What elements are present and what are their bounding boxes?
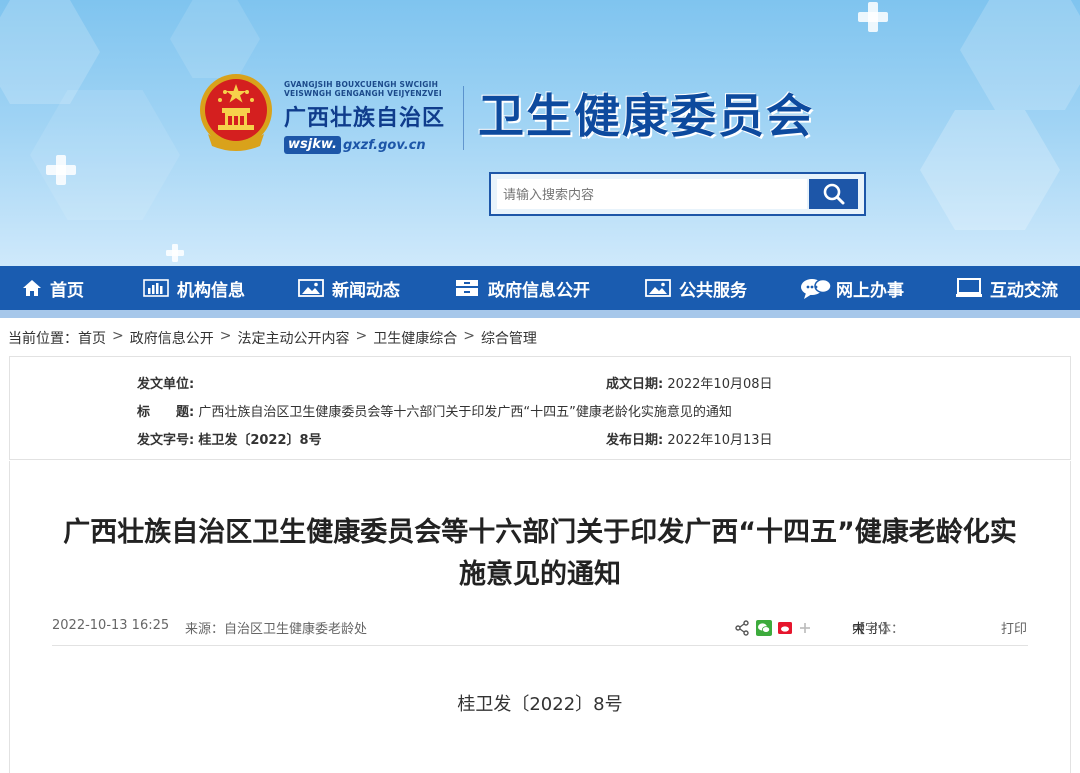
meta-doc-number: 发文字号: 桂卫发〔2022〕8号 — [137, 429, 322, 448]
breadcrumb-separator: > — [219, 328, 232, 344]
meta-issuer: 发文单位: — [137, 373, 194, 392]
image-icon — [645, 279, 671, 297]
home-icon — [23, 280, 41, 296]
header-banner: GVANGJSIH BOUXCUENGH SWCIGIH VEISWNGH GE… — [0, 0, 1080, 266]
search-bar — [489, 172, 866, 216]
nav-item-public-service[interactable]: 公共服务 — [645, 266, 747, 310]
breadcrumb-prefix: 当前位置： — [8, 331, 78, 347]
meta-written-date: 成文日期: 2022年10月08日 — [606, 373, 773, 392]
nav-label: 新闻动态 — [332, 280, 400, 301]
meta-label: 标 题: — [137, 405, 195, 420]
wechat-icon[interactable] — [756, 620, 772, 636]
article-title-line: 广西壮族自治区卫生健康委员会等十六部门关于印发广西“十四五”健康老龄化实 — [63, 517, 1017, 548]
meta-label: 成文日期: — [606, 377, 664, 392]
nav-item-online-service[interactable]: 网上办事 — [800, 266, 904, 310]
font-size-control: 【字体：大 中 小】 — [852, 618, 904, 637]
nav-item-home[interactable]: 首页 — [22, 266, 84, 310]
nav-item-news[interactable]: 新闻动态 — [298, 266, 400, 310]
decor-plus-icon — [166, 244, 184, 262]
decor-hexagon — [920, 110, 1060, 230]
breadcrumb-separator: > — [463, 328, 475, 344]
meta-label: 发文字号: — [137, 433, 195, 448]
print-link[interactable]: 打印 — [1001, 618, 1027, 637]
domain-rest: gxzf.gov.cn — [342, 137, 426, 153]
breadcrumb-separator: > — [355, 328, 368, 344]
decor-plus-icon — [46, 155, 76, 185]
article-title: 广西壮族自治区卫生健康委员会等十六部门关于印发广西“十四五”健康老龄化实 施意见… — [40, 512, 1040, 596]
breadcrumb-link[interactable]: 首页 — [78, 328, 106, 348]
nav-item-gov-info[interactable]: 政府信息公开 — [454, 266, 590, 310]
breadcrumb-link[interactable]: 综合管理 — [481, 328, 537, 348]
meta-value: 桂卫发〔2022〕8号 — [198, 433, 322, 448]
drawer-icon — [456, 280, 478, 296]
nav-label: 政府信息公开 — [488, 280, 590, 301]
meta-label: 发文单位: — [137, 377, 195, 392]
font-size-large-link[interactable]: 大 — [852, 618, 865, 637]
nav-item-interaction[interactable]: 互动交流 — [956, 266, 1058, 310]
decor-hexagon — [170, 0, 260, 78]
national-emblem-icon — [200, 74, 272, 151]
article-doc-number: 桂卫发〔2022〕8号 — [457, 694, 623, 715]
search-input[interactable] — [497, 179, 807, 209]
breadcrumb-separator: > — [112, 328, 124, 344]
article-container — [9, 461, 1071, 773]
site-title: 卫生健康委员会 — [478, 89, 814, 143]
article-datetime: 2022-10-13 16:25 — [52, 618, 170, 633]
decor-plus-icon — [858, 2, 888, 32]
breadcrumb-link[interactable]: 卫生健康综合 — [373, 328, 457, 348]
meta-publish-date: 发布日期: 2022年10月13日 — [606, 429, 773, 448]
breadcrumb-link[interactable]: 政府信息公开 — [130, 328, 214, 348]
meta-value: 2022年10月08日 — [667, 377, 773, 392]
nav-item-org-info[interactable]: 机构信息 — [143, 266, 245, 310]
nav-label: 网上办事 — [836, 280, 904, 301]
nav-label: 首页 — [50, 280, 84, 301]
region-logo-text: GVANGJSIH BOUXCUENGH SWCIGIH VEISWNGH GE… — [284, 80, 464, 154]
meta-value: 2022年10月13日 — [667, 433, 773, 448]
region-latin-line: VEISWNGH GENGANGH VEIJYENZVEI — [284, 89, 442, 98]
search-button[interactable] — [809, 179, 858, 209]
nav-underline — [0, 310, 1080, 318]
info-divider — [52, 645, 1028, 646]
decor-hexagon — [960, 0, 1080, 110]
share-icon[interactable] — [735, 620, 749, 636]
chat-icon — [801, 278, 832, 299]
monitor-icon — [956, 278, 982, 297]
meta-label: 发布日期: — [606, 433, 664, 448]
search-icon — [823, 183, 844, 205]
site-domain: wsjkw. gxzf.gov.cn — [284, 136, 464, 154]
main-nav: 首页 机构信息 新闻动态 政府信息公开 公共服务 网上办事 互动交流 — [0, 266, 1080, 310]
region-latin-line: GVANGJSIH BOUXCUENGH SWCIGIH — [284, 80, 439, 89]
meta-title: 标 题: 广西壮族自治区卫生健康委员会等十六部门关于印发广西“十四五”健康老龄化… — [137, 401, 732, 420]
nav-label: 互动交流 — [990, 280, 1058, 301]
image-icon — [298, 279, 324, 297]
domain-tag: wsjkw. — [284, 136, 341, 154]
breadcrumb-link[interactable]: 法定主动公开内容 — [237, 328, 349, 348]
nav-label: 公共服务 — [679, 280, 747, 301]
logo-divider — [463, 86, 464, 150]
weibo-icon[interactable] — [778, 622, 792, 634]
nav-label: 机构信息 — [177, 280, 245, 301]
article-info-bar: 2022-10-13 16:25 来源：自治区卫生健康委老龄处 【字体：大 中 … — [52, 618, 1028, 638]
meta-value: 广西壮族自治区卫生健康委员会等十六部门关于印发广西“十四五”健康老龄化实施意见的… — [198, 405, 732, 420]
region-name: 广西壮族自治区 — [284, 105, 446, 131]
bar-chart-icon — [143, 279, 169, 297]
breadcrumb: 当前位置： 首页 > 政府信息公开 > 法定主动公开内容 > 卫生健康综合 > … — [8, 328, 537, 348]
more-share-icon[interactable] — [799, 622, 811, 634]
article-source: 来源：自治区卫生健康委老龄处 — [185, 622, 368, 637]
article-title-line: 施意见的通知 — [459, 559, 621, 590]
decor-hexagon — [0, 0, 100, 104]
